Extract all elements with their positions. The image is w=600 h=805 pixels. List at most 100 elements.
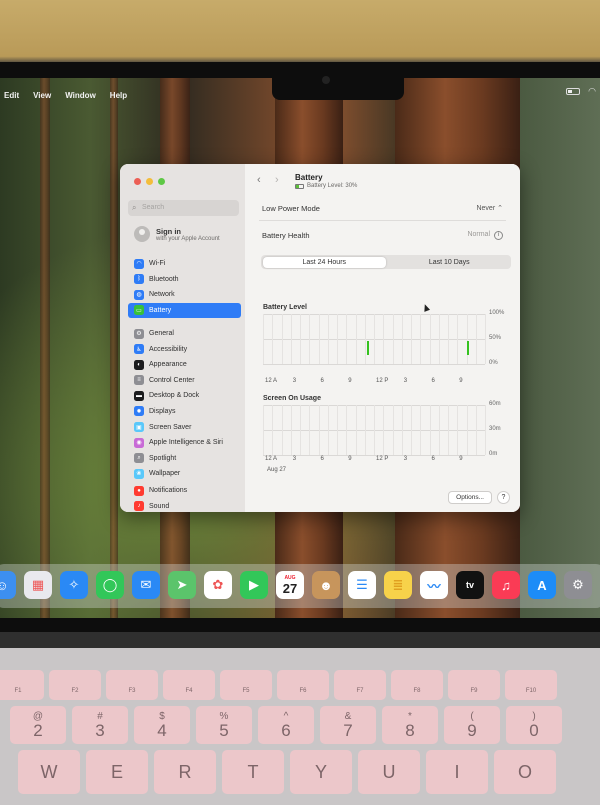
key-3[interactable]: #3 [72, 706, 128, 744]
sidebar-item-displays[interactable]: ✹ Displays [128, 404, 241, 419]
finder-icon[interactable]: ☺ [0, 571, 16, 599]
key-y[interactable]: Y [290, 750, 352, 794]
x-tick-label: 3 [292, 456, 297, 462]
menu-help[interactable]: Help [110, 91, 127, 100]
menubar-wifi-icon[interactable]: ◠ [588, 86, 596, 97]
key-4[interactable]: $4 [134, 706, 190, 744]
sidebar-item-apple-intelligence-siri[interactable]: ◉ Apple Intelligence & Siri [128, 435, 241, 450]
spotlight-icon: ⌕ [134, 453, 144, 464]
key-f7[interactable]: F7 [334, 670, 386, 700]
x-tick-label: 12 A [265, 378, 278, 384]
key-u[interactable]: U [358, 750, 420, 794]
sidebar-item-general[interactable]: ⚙ General [128, 326, 241, 341]
key-shift-label: ^ [283, 710, 289, 722]
tab-last-24-hours[interactable]: Last 24 Hours [262, 256, 386, 268]
key-f10[interactable]: F10 [505, 670, 557, 700]
key-w[interactable]: W [18, 750, 80, 794]
reminders-icon[interactable]: ☰ [348, 571, 376, 599]
key-7[interactable]: & 7 [320, 706, 376, 744]
sidebar-item-label: Displays [149, 407, 176, 415]
messages-icon[interactable]: ◯ [96, 571, 124, 599]
sidebar-item-battery[interactable]: ▭ Battery [128, 302, 241, 318]
info-icon[interactable]: i [494, 230, 503, 240]
menu-edit[interactable]: Edit [4, 91, 19, 100]
maps-icon[interactable]: ➤ [168, 571, 196, 599]
key-5[interactable]: % 5 [196, 706, 252, 744]
sidebar-item-spotlight[interactable]: ⌕ Spotlight [128, 451, 241, 466]
key-6[interactable]: ^ 6 [258, 706, 314, 744]
chart-vgrid [309, 405, 311, 455]
keyboard: F1 F2 F3 F4 F5 F6 F7 F8 F9 F10 @2 #3 $4% 5 ^ 6 & 7 * 8(9) 0 W… [0, 648, 600, 805]
sidebar-item-label: Network [149, 291, 175, 299]
menu-bar: Edit View Window Help [0, 86, 600, 104]
sidebar-item-bluetooth[interactable]: ᛒ Bluetooth [128, 272, 241, 287]
key-f2[interactable]: F2 [49, 670, 101, 700]
key-label: I [454, 761, 460, 782]
contacts-icon[interactable]: ☻ [312, 571, 340, 599]
window-controls [134, 178, 165, 185]
key-f5[interactable]: F5 [220, 670, 272, 700]
photos-icon[interactable]: ✿ [204, 571, 232, 599]
key-label: 9 [467, 720, 477, 740]
menu-view[interactable]: View [33, 91, 51, 100]
sign-in-item[interactable]: Sign in with your Apple Account [134, 226, 220, 242]
key-9[interactable]: (9 [444, 706, 500, 744]
appletv-label: tv [465, 580, 474, 590]
key-e[interactable]: E [86, 750, 148, 794]
mail-icon[interactable]: ✉ [132, 571, 160, 599]
key-r[interactable]: R [154, 750, 216, 794]
key-8[interactable]: * 8 [382, 706, 438, 744]
key-t[interactable]: T [222, 750, 284, 794]
menubar-battery-icon[interactable] [566, 88, 580, 95]
key-f4[interactable]: F4 [163, 670, 215, 700]
menu-window[interactable]: Window [65, 91, 96, 100]
key-f8[interactable]: F8 [391, 670, 443, 700]
key-2[interactable]: @2 [10, 706, 66, 744]
chart-vgrid [346, 405, 348, 455]
back-chevron-icon[interactable]: ‹ [257, 174, 261, 186]
launchpad-icon[interactable]: ▦ [24, 571, 52, 599]
facetime-icon[interactable]: ▶ [240, 571, 268, 599]
search-input[interactable]: ⌕ Search [128, 200, 239, 216]
options-button[interactable]: Options... [448, 491, 492, 504]
key-f9[interactable]: F9 [448, 670, 500, 700]
safari-icon[interactable]: ✧ [60, 571, 88, 599]
key-i[interactable]: I [426, 750, 488, 794]
zoom-button[interactable] [158, 178, 165, 185]
chart-vgrid [448, 314, 449, 364]
x-tick-label: 12 P [376, 378, 389, 384]
key-0[interactable]: ) 0 [506, 706, 562, 744]
help-button[interactable]: ? [497, 491, 510, 504]
music-icon[interactable]: ♫ [492, 571, 520, 599]
close-button[interactable] [134, 178, 141, 185]
forward-chevron-icon[interactable]: › [275, 174, 279, 186]
chart-vgrid [438, 405, 440, 455]
sidebar-item-desktop-dock[interactable]: ▬ Desktop & Dock [128, 388, 241, 403]
sidebar-item-wallpaper[interactable]: ❀ Wallpaper [128, 466, 241, 481]
minimize-button[interactable] [146, 178, 153, 185]
low-power-select[interactable]: Never ⌃ [476, 204, 503, 212]
x-tick-label: 12 A [265, 456, 278, 462]
sidebar-item-wi-fi[interactable]: ◠ Wi-Fi [128, 256, 241, 271]
sidebar-item-label: Screen Saver [149, 423, 192, 431]
key-f1[interactable]: F1 [0, 670, 44, 700]
key-o[interactable]: O [494, 750, 556, 794]
sidebar-item-appearance[interactable]: ◐ Appearance [128, 357, 241, 372]
tab-last-10-days[interactable]: Last 10 Days [388, 255, 512, 269]
sidebar-item-accessibility[interactable]: ♿ Accessibility [128, 342, 241, 357]
sidebar-item-notifications[interactable]: ● Notifications [128, 483, 241, 498]
chart-vgrid [318, 314, 320, 364]
key-f3[interactable]: F3 [106, 670, 158, 700]
appletv-icon[interactable]: tv [456, 571, 484, 599]
notes-icon[interactable]: ≣ [384, 571, 412, 599]
sidebar-item-sound[interactable]: ♪ Sound [128, 499, 241, 512]
system-settings-icon[interactable]: ⚙ [564, 571, 592, 599]
freeform-icon[interactable]: 〰 [420, 571, 448, 599]
appstore-icon[interactable]: A [528, 571, 556, 599]
key-f6[interactable]: F6 [277, 670, 329, 700]
sidebar-item-screen-saver[interactable]: ▣ Screen Saver [128, 420, 241, 435]
sidebar-item-network[interactable]: ◍ Network [128, 287, 241, 302]
calendar-icon[interactable]: AUG 27 [276, 571, 304, 599]
sidebar-item-control-center[interactable]: ≡ Control Center [128, 373, 241, 388]
chart-vgrid [448, 405, 449, 455]
